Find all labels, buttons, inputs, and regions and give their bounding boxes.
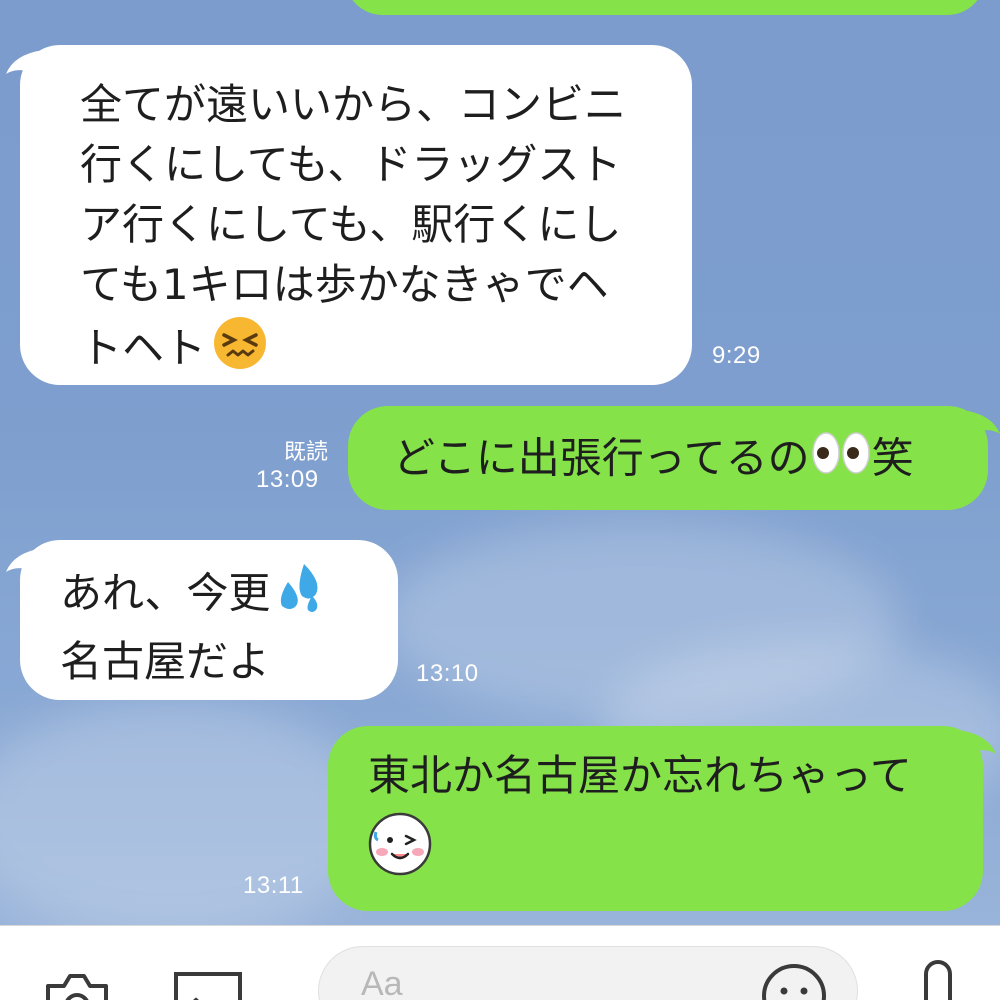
message-text: 東北か名古屋か忘れちゃって <box>368 751 912 800</box>
message-timestamp: 13:09 <box>256 466 319 493</box>
message-text-line: ても1キロは歩かなきゃでヘ <box>80 260 609 309</box>
bubble-tail <box>962 410 1000 440</box>
message-text: どこに出張行ってるの <box>393 433 810 483</box>
read-receipt: 既読 <box>283 440 328 465</box>
message-text-line: 全てが遠いいから、コンビニ <box>80 80 627 129</box>
message-bubble-incoming[interactable]: 全てが遠いいから、コンビニ 行くにしても、ドラッグスト ア行くにしても、駅行くに… <box>20 45 692 385</box>
image-icon[interactable] <box>172 970 244 1000</box>
winking-face-sticker-icon <box>368 812 432 892</box>
message-text-line: トヘト <box>80 315 692 387</box>
message-text-suffix: 笑 <box>871 433 914 483</box>
message-text-line: 名古屋だよ <box>60 637 271 686</box>
message-bubble-outgoing[interactable]: どこに出張行ってるの 笑 <box>348 406 988 510</box>
message-input-bar: Aa <box>0 925 1000 1000</box>
emoji-icon[interactable] <box>759 961 829 1000</box>
message-text-line: あれ、今更 <box>60 560 398 632</box>
message-bubble-outgoing[interactable]: 東北か名古屋か忘れちゃって <box>328 726 983 911</box>
confounded-face-icon <box>212 315 268 387</box>
message-text-line: 行くにしても、ドラッグスト <box>80 140 622 189</box>
bubble-tail <box>958 730 996 760</box>
eyes-icon <box>810 428 872 494</box>
message-timestamp: 13:10 <box>416 660 479 687</box>
message-timestamp: 9:29 <box>712 342 761 369</box>
chat-view[interactable]: 全てが遠いいから、コンビニ 行くにしても、ドラッグスト ア行くにしても、駅行くに… <box>0 0 1000 925</box>
message-bubble-partial[interactable] <box>345 0 985 15</box>
sweat-droplets-icon <box>270 560 326 632</box>
message-input-field[interactable]: Aa <box>318 946 858 1000</box>
message-bubble-incoming[interactable]: あれ、今更 名古屋だよ <box>20 540 398 700</box>
message-timestamp: 13:11 <box>243 872 304 899</box>
message-text-line: ア行くにしても、駅行くにし <box>80 200 622 249</box>
microphone-icon[interactable] <box>918 960 958 1000</box>
sticker-emoji <box>368 812 983 892</box>
camera-icon[interactable] <box>42 968 112 1000</box>
input-placeholder: Aa <box>361 965 403 1000</box>
